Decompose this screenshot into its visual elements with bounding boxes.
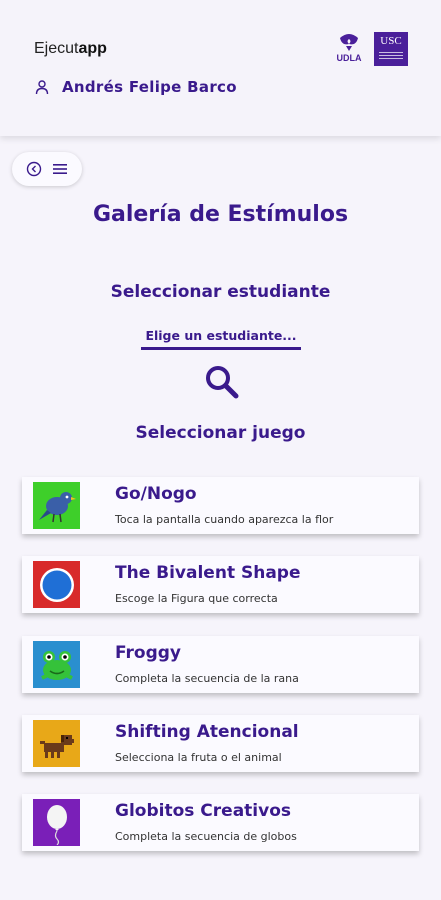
page-title: Galería de Estímulos — [92, 202, 349, 227]
game-card-bivalent-shape[interactable]: The Bivalent Shape Escoge la Figura que … — [22, 556, 419, 613]
usc-logo: USC — [374, 32, 408, 66]
student-select[interactable]: Elige un estudiante... — [141, 328, 301, 350]
app-header: Ejecutapp UDLA USC Andrés Felipe Barco — [0, 0, 441, 136]
udla-emblem-icon — [340, 34, 358, 51]
hamburger-menu-icon[interactable] — [52, 162, 68, 176]
user-icon — [35, 80, 49, 95]
search-icon[interactable] — [204, 364, 240, 400]
game-description: Toca la pantalla cuando aparezca la flor — [115, 513, 334, 526]
user-name: Andrés Felipe Barco — [62, 78, 237, 96]
usc-logo-lines — [379, 50, 403, 59]
game-title: The Bivalent Shape — [115, 563, 301, 583]
game-card-globitos-creativos[interactable]: Globitos Creativos Completa la secuencia… — [22, 794, 419, 851]
game-description: Completa la secuencia de la rana — [115, 672, 299, 685]
game-title: Go/Nogo — [115, 484, 197, 504]
bird-icon — [33, 482, 80, 529]
game-description: Selecciona la fruta o el animal — [115, 751, 282, 764]
udla-logo-text: UDLA — [336, 53, 362, 63]
game-title: Shifting Atencional — [115, 722, 299, 742]
game-card-gonogo[interactable]: Go/Nogo Toca la pantalla cuando aparezca… — [22, 477, 419, 534]
user-row: Andrés Felipe Barco — [34, 78, 237, 96]
back-circle-icon[interactable] — [26, 161, 42, 177]
game-title: Froggy — [115, 643, 182, 663]
game-description: Escoge la Figura que correcta — [115, 592, 278, 605]
game-card-shifting-atencional[interactable]: Shifting Atencional Selecciona la fruta … — [22, 715, 419, 772]
institution-logos: UDLA USC — [330, 32, 408, 66]
usc-logo-text: USC — [380, 35, 402, 47]
balloon-icon — [33, 799, 80, 846]
udla-logo: UDLA — [330, 32, 368, 66]
circle-shape-icon — [33, 561, 80, 608]
frog-icon — [33, 641, 80, 688]
brand-suffix: app — [78, 40, 107, 57]
select-student-heading: Seleccionar estudiante — [110, 282, 331, 302]
select-game-heading: Seleccionar juego — [135, 423, 306, 443]
dog-icon — [33, 720, 80, 767]
brand-prefix: Ejecut — [34, 40, 79, 57]
menu-toggle[interactable] — [12, 152, 82, 186]
app-brand: Ejecutapp — [34, 40, 107, 58]
game-title: Globitos Creativos — [115, 801, 291, 821]
game-card-froggy[interactable]: Froggy Completa la secuencia de la rana — [22, 636, 419, 693]
game-description: Completa la secuencia de globos — [115, 830, 297, 843]
